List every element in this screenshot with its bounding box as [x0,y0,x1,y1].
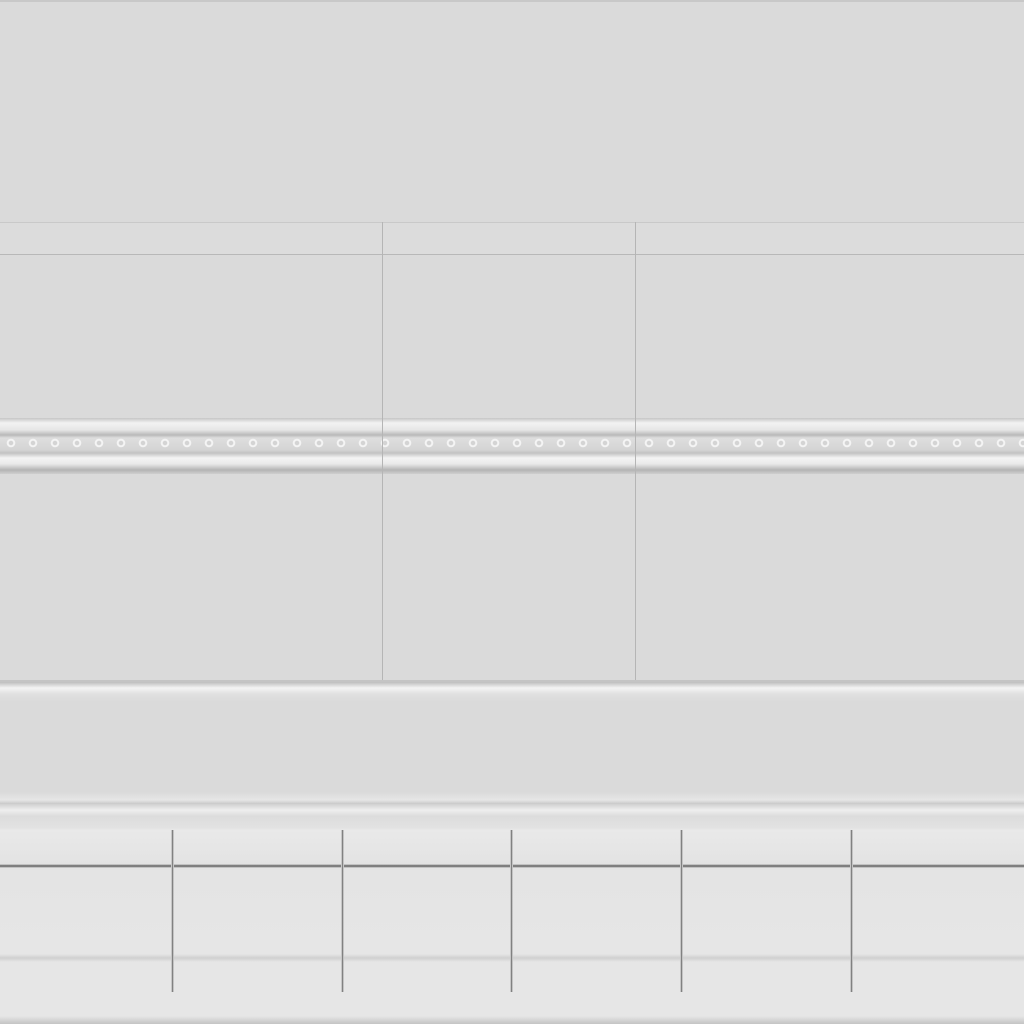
tile-joint [341,830,344,992]
tile-joint [171,830,174,992]
upper-panel-row [0,255,1024,418]
tile-joint [850,830,853,992]
panel-seam [635,222,636,680]
tile-joint [510,830,513,992]
baseboard-molding [0,682,1024,804]
lower-panel-row [0,474,1024,682]
panel-cap-band [0,222,1024,255]
bead-ornament-strip [0,436,1024,450]
upper-wall [0,0,1024,222]
tile-joint [680,830,683,992]
panel-seam [382,222,383,680]
